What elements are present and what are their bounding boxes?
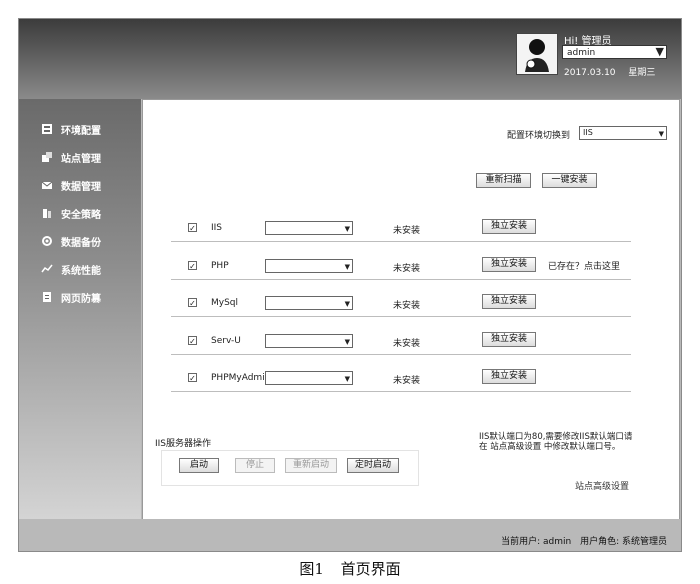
sidebar-item-data-manage[interactable]: 数据管理 bbox=[41, 177, 137, 193]
date-text: 2017.03.10 bbox=[564, 68, 616, 78]
install-button-servu[interactable]: 独立安装 bbox=[482, 332, 536, 347]
chevron-down-icon: ▼ bbox=[655, 45, 664, 58]
checkbox-mysql[interactable]: ✓ bbox=[188, 298, 197, 308]
install-button-phpmyadmin[interactable]: 独立安装 bbox=[482, 369, 536, 384]
sidebar-item-label: 系统性能 bbox=[61, 265, 101, 277]
sidebar-item-security[interactable]: 安全策略 bbox=[41, 205, 137, 221]
stop-button[interactable]: 停止 bbox=[235, 458, 275, 473]
row-divider bbox=[171, 391, 631, 392]
document-icon bbox=[43, 292, 51, 302]
already-exists-link[interactable]: 已存在？点击这里 bbox=[548, 259, 620, 272]
status-text: 当前用户: admin 用户角色: 系统管理员 bbox=[501, 534, 667, 547]
sidebar-item-label: 安全策略 bbox=[61, 209, 101, 221]
row-divider bbox=[171, 279, 631, 280]
restart-button[interactable]: 重新启动 bbox=[285, 458, 337, 473]
version-select-php[interactable]: ▼ bbox=[265, 259, 353, 273]
row-divider bbox=[171, 241, 631, 242]
component-name: PHP bbox=[211, 261, 229, 271]
shield-icon bbox=[43, 209, 51, 218]
advanced-settings-link[interactable]: 站点高级设置 bbox=[575, 479, 629, 492]
port-note-line: 在 站点高级设置 中修改默认端口号。 bbox=[479, 442, 621, 452]
checkbox-phpmyadmin[interactable]: ✓ bbox=[188, 373, 197, 383]
figure-title: 首页界面 bbox=[340, 560, 401, 578]
sidebar: 环境配置 站点管理 数据管理 安全策略 数据备份 系统性能 网页防篡 bbox=[19, 99, 141, 519]
install-button-iis[interactable]: 独立安装 bbox=[482, 219, 536, 234]
port-note-line: IIS默认端口为80,需要修改IIS默认端口请 bbox=[479, 432, 633, 442]
chevron-down-icon: ▼ bbox=[344, 263, 350, 271]
env-switch-select[interactable]: IIS ▼ bbox=[579, 126, 667, 140]
scheduled-start-button[interactable]: 定时启动 bbox=[347, 458, 399, 473]
user-panel: Hi! 管理员 admin ▼ 2017.03.10 星期三 bbox=[516, 31, 674, 91]
chevron-down-icon: ▼ bbox=[344, 225, 350, 233]
version-select-servu[interactable]: ▼ bbox=[265, 334, 353, 348]
figure-caption: 图1 首页界面 bbox=[0, 558, 700, 579]
main-panel: 配置环境切换到 IIS ▼ 重新扫描 一键安装 ✓ IIS ▼ 未安装 独立安装… bbox=[142, 99, 680, 521]
version-select-phpmyadmin[interactable]: ▼ bbox=[265, 371, 353, 385]
sidebar-item-site-manage[interactable]: 站点管理 bbox=[41, 149, 137, 165]
start-button[interactable]: 启动 bbox=[179, 458, 219, 473]
install-status: 未安装 bbox=[393, 226, 421, 236]
component-name: MySql bbox=[211, 298, 239, 308]
weekday-text: 星期三 bbox=[628, 68, 656, 78]
install-status: 未安装 bbox=[393, 301, 421, 311]
env-switch-value: IIS bbox=[583, 128, 593, 137]
sidebar-item-label: 数据备份 bbox=[61, 237, 101, 249]
sidebar-item-label: 站点管理 bbox=[61, 153, 101, 165]
sidebar-item-performance[interactable]: 系统性能 bbox=[41, 261, 137, 277]
avatar bbox=[516, 33, 558, 75]
install-status: 未安装 bbox=[393, 339, 421, 349]
component-name: PHPMyAdmin bbox=[211, 373, 271, 383]
row-divider bbox=[171, 354, 631, 355]
mail-icon bbox=[41, 181, 53, 189]
rescan-button[interactable]: 重新扫描 bbox=[476, 173, 531, 188]
checkbox-iis[interactable]: ✓ bbox=[188, 223, 197, 233]
install-button-php[interactable]: 独立安装 bbox=[482, 257, 536, 272]
port-note: IIS默认端口为80,需要修改IIS默认端口请 在 站点高级设置 中修改默认端口… bbox=[479, 432, 669, 452]
install-status: 未安装 bbox=[393, 376, 421, 386]
sidebar-item-label: 网页防篡 bbox=[61, 293, 101, 305]
sidebar-item-label: 数据管理 bbox=[61, 181, 101, 193]
user-select[interactable]: admin ▼ bbox=[562, 45, 667, 59]
one-click-install-button[interactable]: 一键安装 bbox=[542, 173, 597, 188]
version-select-mysql[interactable]: ▼ bbox=[265, 296, 353, 310]
iis-operations-title: IIS服务器操作 bbox=[155, 439, 212, 449]
figure-number: 图1 bbox=[299, 560, 324, 578]
iis-operations-panel: IIS服务器操作 启动 停止 重新启动 定时启动 bbox=[155, 436, 419, 488]
env-switch-label: 配置环境切换到 bbox=[507, 131, 571, 141]
checkbox-servu[interactable]: ✓ bbox=[188, 336, 197, 346]
header-bar: Hi! 管理员 admin ▼ 2017.03.10 星期三 bbox=[19, 19, 681, 99]
user-role-text: 用户角色: 系统管理员 bbox=[580, 537, 667, 547]
user-select-value: admin bbox=[567, 48, 596, 58]
sidebar-item-backup[interactable]: 数据备份 bbox=[41, 233, 137, 249]
chevron-down-icon: ▼ bbox=[344, 338, 350, 346]
performance-icon bbox=[41, 264, 53, 273]
site-icon bbox=[42, 152, 52, 162]
avatar-figure-icon bbox=[525, 39, 549, 72]
component-name: IIS bbox=[211, 223, 223, 233]
server-icon bbox=[42, 124, 52, 134]
sidebar-item-label: 环境配置 bbox=[61, 125, 101, 137]
chevron-down-icon: ▼ bbox=[344, 300, 350, 308]
row-divider bbox=[171, 316, 631, 317]
component-name: Serv-U bbox=[211, 336, 241, 346]
app-window: Hi! 管理员 admin ▼ 2017.03.10 星期三 环境配置 站点管理… bbox=[18, 18, 682, 552]
date-line: 2017.03.10 星期三 bbox=[564, 65, 655, 78]
checkbox-php[interactable]: ✓ bbox=[188, 261, 197, 271]
install-button-mysql[interactable]: 独立安装 bbox=[482, 294, 536, 309]
status-bar: 当前用户: admin 用户角色: 系统管理员 bbox=[19, 519, 681, 551]
version-select-iis[interactable]: ▼ bbox=[265, 221, 353, 235]
sidebar-item-env-config[interactable]: 环境配置 bbox=[41, 121, 137, 137]
gear-icon bbox=[42, 236, 52, 246]
chevron-down-icon: ▼ bbox=[658, 130, 664, 138]
current-user-text: 当前用户: admin bbox=[501, 537, 572, 547]
sidebar-item-anti-tamper[interactable]: 网页防篡 bbox=[41, 289, 137, 305]
chevron-down-icon: ▼ bbox=[344, 375, 350, 383]
install-status: 未安装 bbox=[393, 264, 421, 274]
